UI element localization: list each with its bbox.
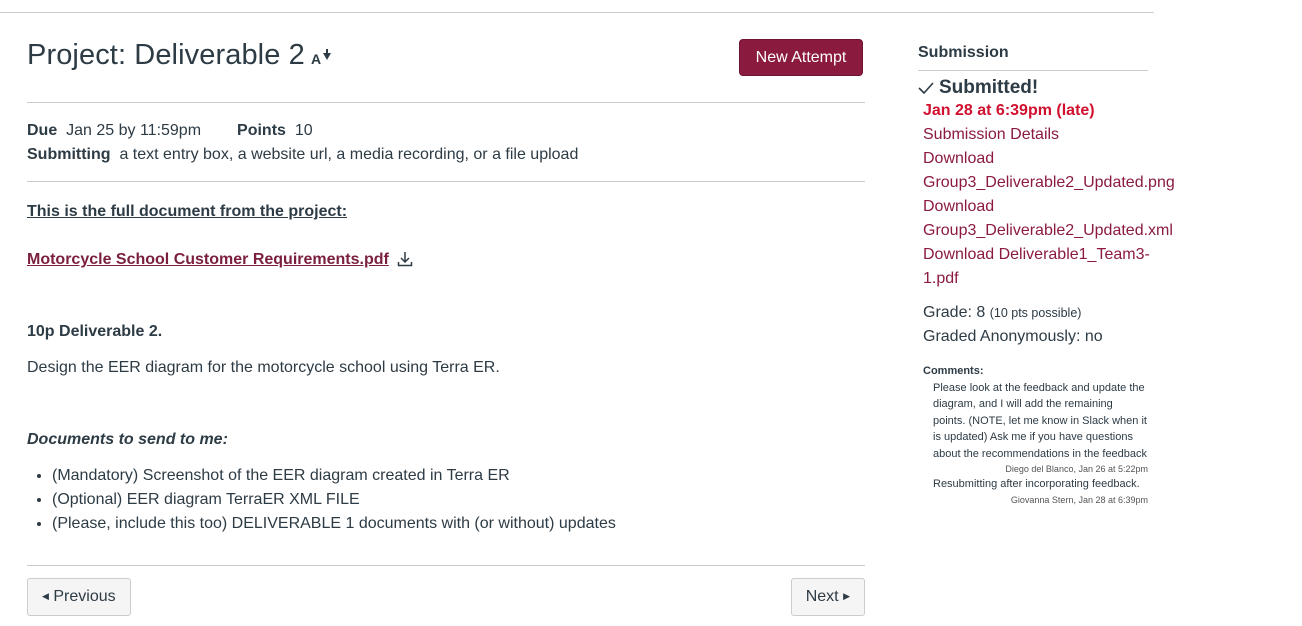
list-item: (Mandatory) Screenshot of the EER diagra… xyxy=(52,464,865,488)
download-line: Group3_Deliverable2_Updated.xml xyxy=(923,222,1173,239)
immersive-reader-icon[interactable]: A xyxy=(311,49,333,67)
submission-date: Jan 28 at 6:39pm (late) xyxy=(923,102,1095,119)
comments-section: Comments: Please look at the feedback an… xyxy=(923,363,1168,507)
submitting-value: a text entry box, a website url, a media… xyxy=(119,146,579,163)
assignment-description: This is the full document from the proje… xyxy=(27,182,865,536)
deliverable-description: Design the EER diagram for the motorcycl… xyxy=(27,359,500,376)
points-value: 10 xyxy=(294,122,313,139)
page-title: Project: Deliverable 2 xyxy=(27,39,305,71)
previous-button[interactable]: ◀ Previous xyxy=(27,578,131,616)
download-line: Download Deliverable1_Team3- xyxy=(923,246,1150,263)
deliverable-title: 10p Deliverable 2. xyxy=(27,323,163,340)
submission-status: Submitted! xyxy=(918,77,1168,99)
points-label: Points xyxy=(237,122,286,139)
due-label: Due xyxy=(27,122,58,139)
new-attempt-button[interactable]: New Attempt xyxy=(739,39,863,76)
submission-sidebar: Submission Submitted! Jan 28 at 6:39pm (… xyxy=(918,44,1175,507)
previous-label: Previous xyxy=(53,588,116,605)
download-line: 1.pdf xyxy=(923,270,959,287)
graded-anonymously: Graded Anonymously: no xyxy=(923,328,1103,345)
download-line: Download xyxy=(923,198,995,215)
next-label: Next xyxy=(805,588,839,605)
grade-possible: (10 pts possible) xyxy=(989,306,1082,320)
comment-text: Please look at the feedback and update t… xyxy=(933,381,1148,460)
list-item: (Optional) EER diagram TerraER XML FILE xyxy=(52,488,865,512)
list-item: (Please, include this too) DELIVERABLE 1… xyxy=(52,512,865,536)
download-link-pdf[interactable]: Download Deliverable1_Team3- 1.pdf xyxy=(923,243,1168,291)
comment-author: Diego del Blanco, Jan 26 at 5:22pm xyxy=(1005,464,1148,474)
download-line: Download xyxy=(923,150,995,167)
due-value: Jan 25 by 11:59pm xyxy=(66,122,202,139)
documents-list: (Mandatory) Screenshot of the EER diagra… xyxy=(27,464,865,536)
assignment-main: Project: Deliverable 2 A New Attempt Due… xyxy=(27,13,865,616)
download-line: Group3_Deliverable2_Updated.png xyxy=(923,174,1175,191)
assignment-details: Due Jan 25 by 11:59pm Points 10 Submitti… xyxy=(27,103,865,182)
comment-author: Giovanna Stern, Jan 28 at 6:39pm xyxy=(1010,494,1148,505)
caret-left-icon: ◀ xyxy=(42,591,49,601)
next-button[interactable]: Next ▶ xyxy=(790,578,865,616)
title-row: Project: Deliverable 2 A New Attempt xyxy=(27,13,865,103)
submitting-label: Submitting xyxy=(27,146,111,163)
grade-value: Grade: 8 xyxy=(923,304,986,321)
submission-details-link[interactable]: Submission Details xyxy=(923,123,1168,147)
submission-heading: Submission xyxy=(918,44,1148,71)
check-icon xyxy=(918,82,934,95)
svg-text:A: A xyxy=(311,51,321,67)
comment-text: Resubmitting after incorporating feedbac… xyxy=(933,478,1140,490)
intro-text: This is the full document from the proje… xyxy=(27,203,348,220)
caret-right-icon: ▶ xyxy=(843,591,850,601)
grade: Grade: 8 (10 pts possible) xyxy=(923,301,1168,325)
download-link-xml[interactable]: Download Group3_Deliverable2_Updated.xml xyxy=(923,195,1173,243)
documents-title: Documents to send to me: xyxy=(27,431,228,448)
download-link-png[interactable]: Download Group3_Deliverable2_Updated.png xyxy=(923,147,1175,195)
module-navigation: ◀ Previous Next ▶ xyxy=(27,565,865,625)
download-icon[interactable] xyxy=(397,251,413,267)
requirements-pdf-link[interactable]: Motorcycle School Customer Requirements.… xyxy=(27,248,389,272)
comments-heading: Comments: xyxy=(923,365,984,377)
submitted-label: Submitted! xyxy=(939,77,1039,98)
